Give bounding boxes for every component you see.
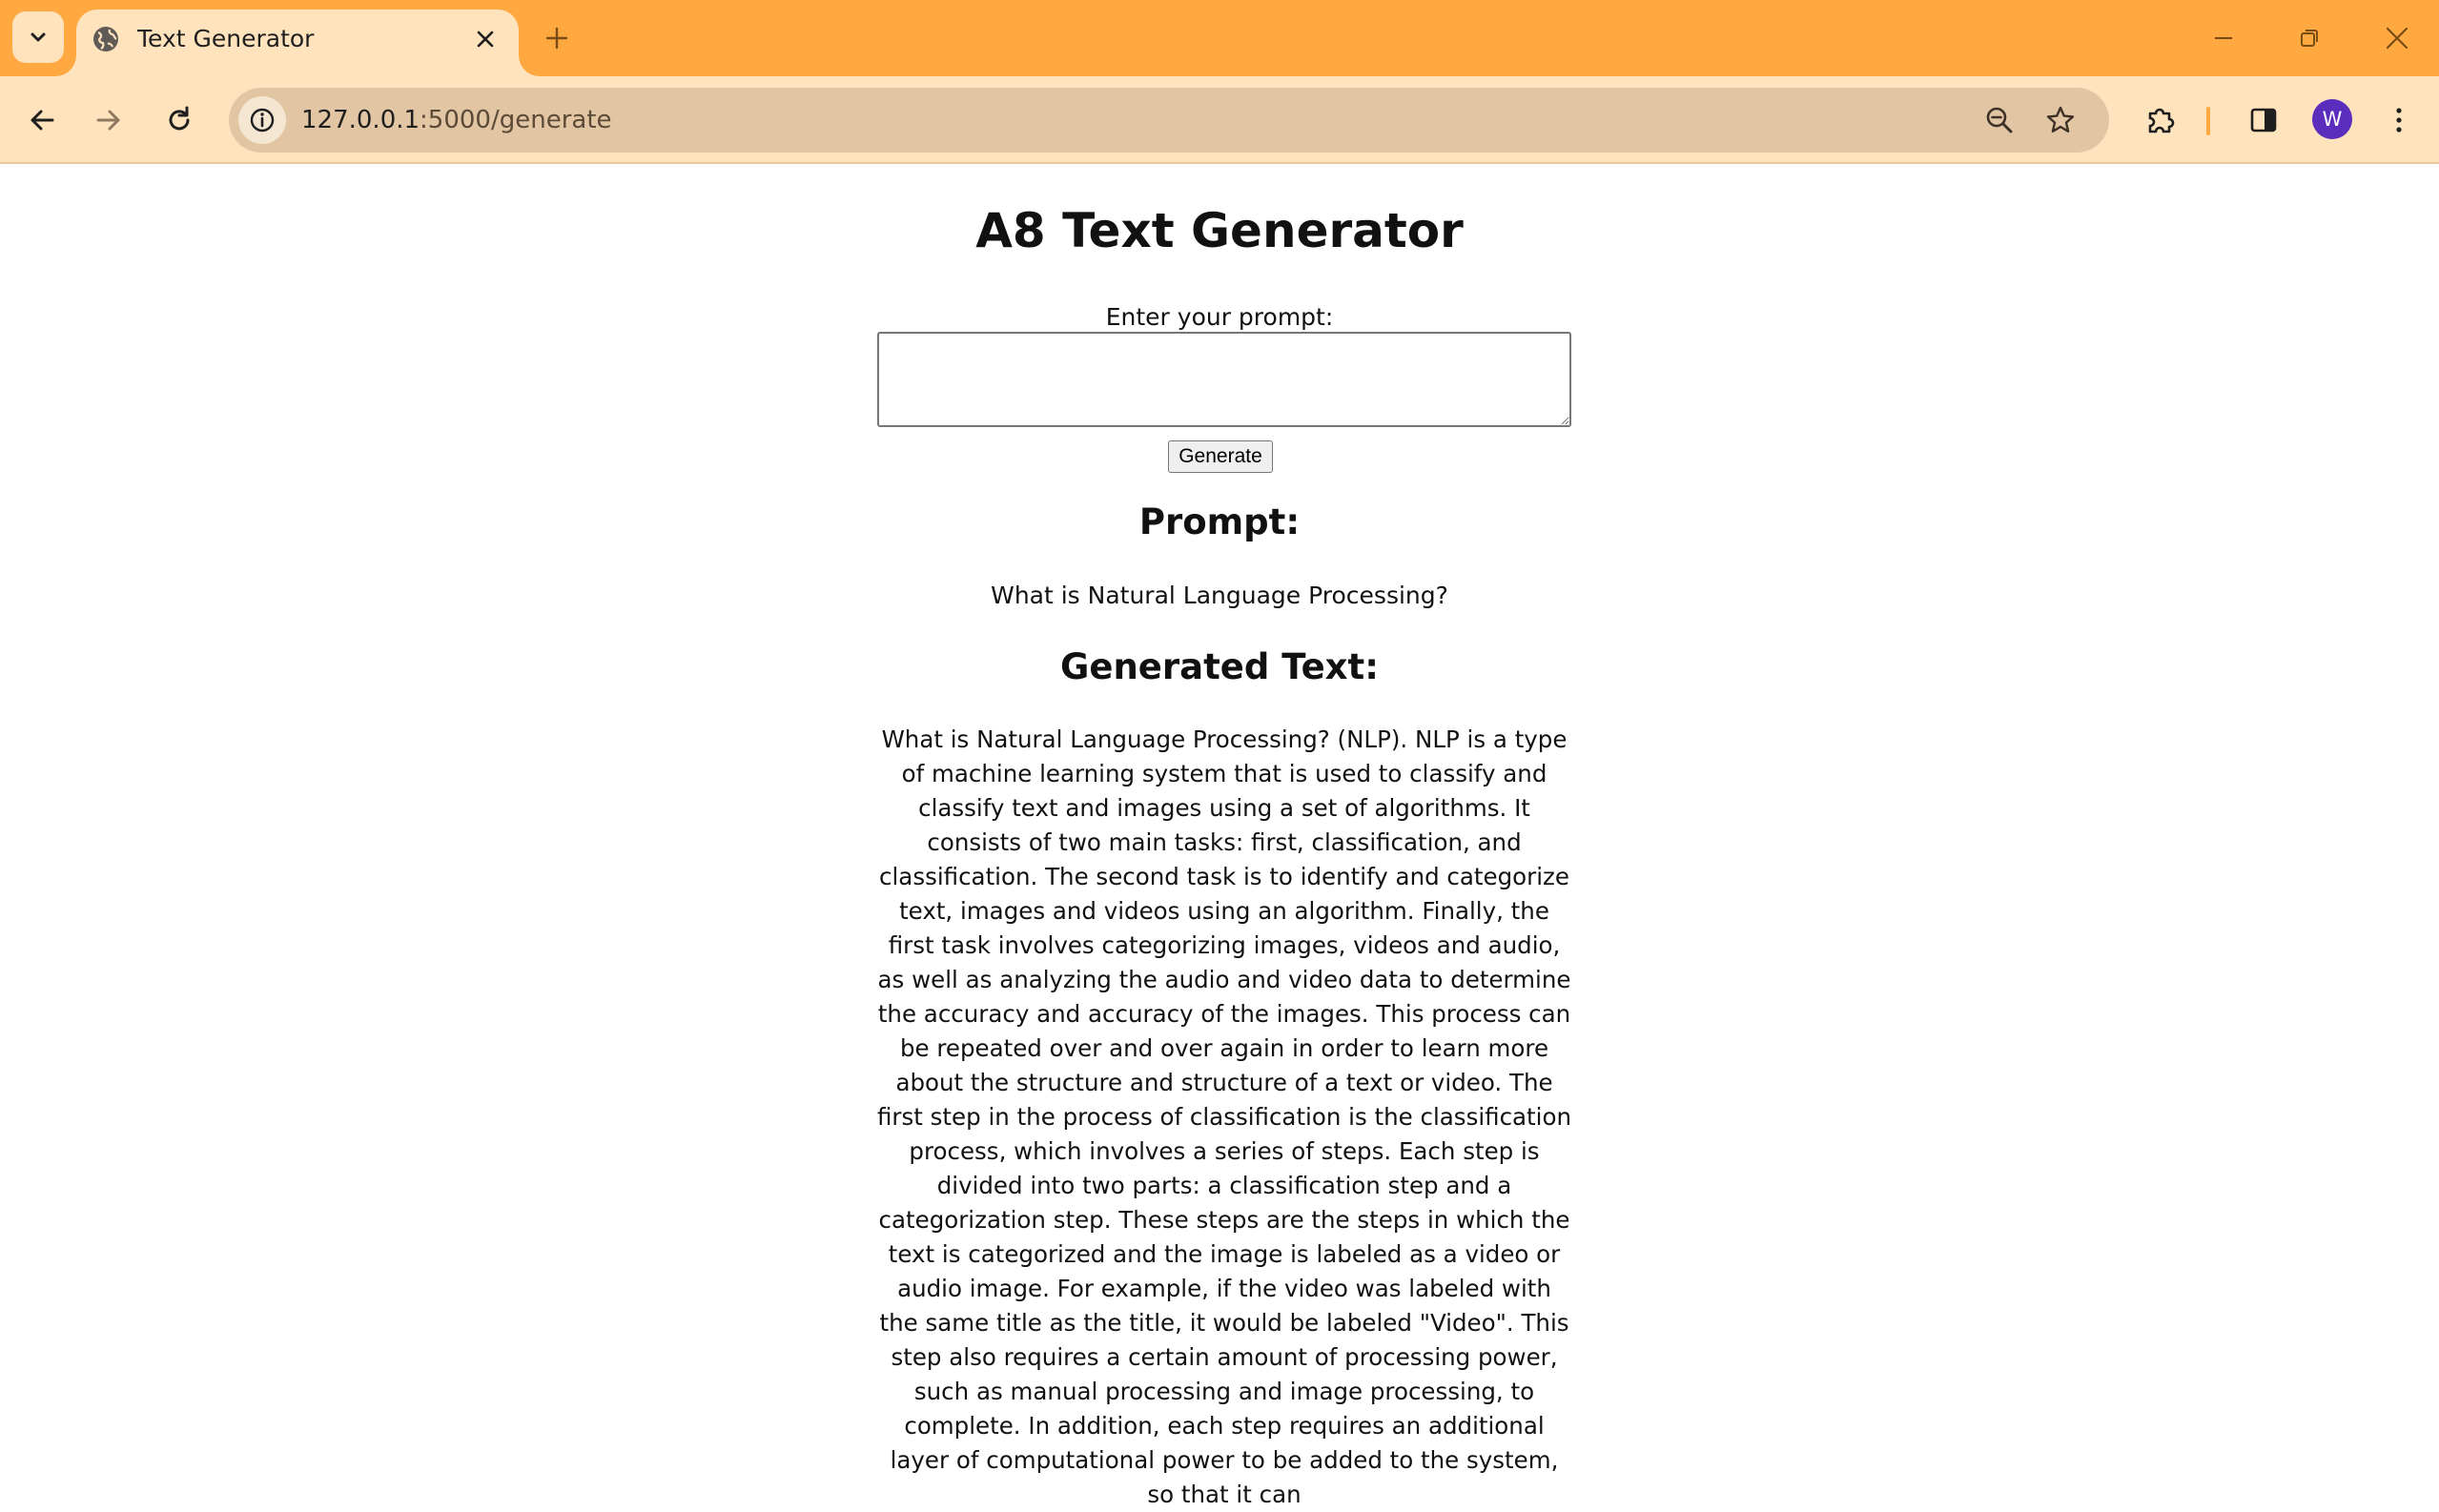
puzzle-icon	[2148, 108, 2175, 133]
zoom-out-icon	[1986, 107, 2013, 133]
close-icon	[477, 31, 494, 48]
reload-button[interactable]	[154, 95, 204, 145]
restore-button[interactable]	[2288, 17, 2330, 59]
info-icon	[250, 108, 275, 133]
generate-button[interactable]: Generate	[1168, 440, 1273, 473]
restore-icon	[2301, 30, 2318, 47]
minimize-button[interactable]	[2203, 17, 2244, 59]
url-path: :5000/generate	[420, 106, 612, 134]
forward-button[interactable]	[84, 95, 133, 145]
url-text[interactable]: 127.0.0.1:5000/generate	[301, 102, 612, 138]
prompt-input[interactable]	[877, 332, 1571, 427]
extensions-button[interactable]	[2136, 95, 2185, 145]
browser-menu-button[interactable]	[2374, 95, 2424, 145]
plus-icon	[545, 27, 568, 50]
site-info-button[interactable]	[238, 96, 286, 144]
minimize-icon	[2215, 37, 2232, 39]
prompt-heading: Prompt:	[1138, 501, 1301, 542]
tab-title: Text Generator	[137, 25, 315, 52]
url-host: 127.0.0.1	[301, 106, 420, 134]
globe-icon	[93, 27, 118, 51]
toolbar-separator	[2206, 107, 2210, 135]
tab-strip: Text Generator	[0, 0, 2439, 76]
arrow-right-icon	[96, 110, 120, 131]
profile-avatar[interactable]: W	[2312, 99, 2352, 139]
reload-icon	[169, 106, 190, 131]
generated-text-heading: Generated Text:	[1059, 646, 1380, 687]
new-tab-button[interactable]	[538, 19, 576, 57]
more-vertical-icon	[2396, 108, 2402, 133]
page-content: A8 Text Generator Enter your prompt: Gen…	[0, 166, 2439, 1508]
side-panel-button[interactable]	[2239, 95, 2288, 145]
tab-close-button[interactable]	[469, 23, 502, 55]
back-button[interactable]	[17, 95, 67, 145]
bookmark-button[interactable]	[2039, 98, 2082, 142]
generated-text: What is Natural Language Processing? (NL…	[877, 725, 1571, 1508]
star-icon	[2046, 106, 2075, 133]
arrow-left-icon	[31, 110, 54, 131]
browser-toolbar: 127.0.0.1:5000/generate W	[0, 76, 2439, 164]
zoom-button[interactable]	[1978, 98, 2021, 142]
address-bar[interactable]: 127.0.0.1:5000/generate	[229, 88, 2109, 153]
close-icon	[2386, 27, 2408, 50]
prompt-text: What is Natural Language Processing?	[991, 582, 1448, 609]
side-panel-icon	[2250, 108, 2277, 133]
close-window-button[interactable]	[2376, 17, 2418, 59]
active-tab[interactable]: Text Generator	[76, 10, 519, 76]
prompt-label: Enter your prompt:	[1105, 303, 1334, 331]
page-title: A8 Text Generator	[975, 203, 1464, 258]
chevron-down-icon	[31, 32, 46, 42]
